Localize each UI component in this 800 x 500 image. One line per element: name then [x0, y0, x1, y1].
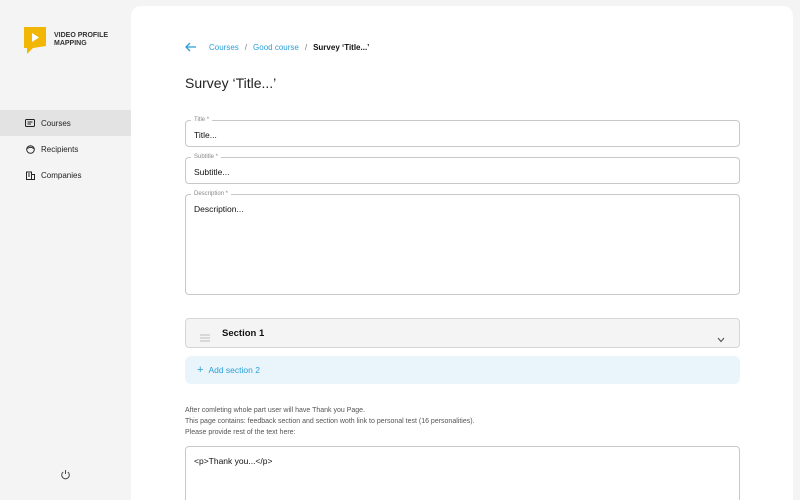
breadcrumb-good-course[interactable]: Good course [253, 43, 299, 52]
title-field-label: Title * [191, 116, 213, 124]
description-field-label: Description * [191, 190, 232, 198]
sidebar: VIDEO PROFILE MAPPING Courses Recipients… [0, 0, 131, 500]
sidebar-item-label: Companies [41, 170, 82, 180]
thank-you-textarea[interactable]: <p>Thank you...</p> [185, 446, 740, 500]
info-line: This page contains: feedback section and… [185, 418, 475, 425]
add-section-button[interactable]: + Add section 2 [185, 356, 740, 384]
add-section-label: Add section 2 [208, 365, 260, 375]
subtitle-field[interactable]: Subtitle * Subtitle... [185, 153, 740, 184]
page-title: Survey ‘Title...’ [185, 75, 277, 91]
plus-icon: + [197, 364, 204, 376]
main-panel: Courses / Good course / Survey ‘Title...… [131, 6, 793, 500]
info-text: After comleting whole part user will hav… [185, 405, 745, 438]
sidebar-item-courses[interactable]: Courses [0, 110, 131, 136]
play-logo-icon [24, 27, 46, 54]
back-arrow-icon[interactable] [185, 42, 197, 52]
title-field-value[interactable]: Title... [194, 130, 217, 140]
building-icon [25, 170, 35, 180]
thank-you-text[interactable]: <p>Thank you...</p> [194, 456, 272, 466]
breadcrumb: Courses / Good course / Survey ‘Title...… [185, 42, 369, 52]
sidebar-item-label: Courses [41, 118, 71, 128]
sidebar-item-companies[interactable]: Companies [0, 162, 131, 188]
section-accordion[interactable]: Section 1 [185, 318, 740, 348]
sidebar-nav: Courses Recipients Companies [0, 110, 131, 188]
title-field[interactable]: Title * Title... [185, 116, 740, 147]
section-label: Section 1 [222, 327, 265, 339]
breadcrumb-separator: / [304, 42, 308, 52]
subtitle-field-label: Subtitle * [191, 153, 222, 161]
chevron-down-icon[interactable] [717, 330, 725, 343]
info-line: Please provide rest of the text here: [185, 429, 296, 436]
drag-handle-icon[interactable] [200, 329, 210, 342]
breadcrumb-current: Survey ‘Title...’ [313, 42, 370, 52]
description-field[interactable]: Description * Description... [185, 190, 740, 295]
brand-logo[interactable]: VIDEO PROFILE MAPPING [24, 27, 134, 54]
brand-name: VIDEO PROFILE MAPPING [54, 32, 109, 47]
subtitle-field-value[interactable]: Subtitle... [194, 167, 229, 177]
description-field-value[interactable]: Description... [194, 204, 244, 214]
user-icon [25, 144, 35, 154]
sidebar-item-recipients[interactable]: Recipients [0, 136, 131, 162]
info-line: After comleting whole part user will hav… [185, 407, 366, 414]
breadcrumb-courses[interactable]: Courses [209, 43, 239, 52]
power-icon[interactable] [60, 467, 71, 480]
sidebar-item-label: Recipients [41, 144, 79, 154]
list-icon [25, 118, 35, 128]
breadcrumb-separator: / [244, 42, 248, 52]
